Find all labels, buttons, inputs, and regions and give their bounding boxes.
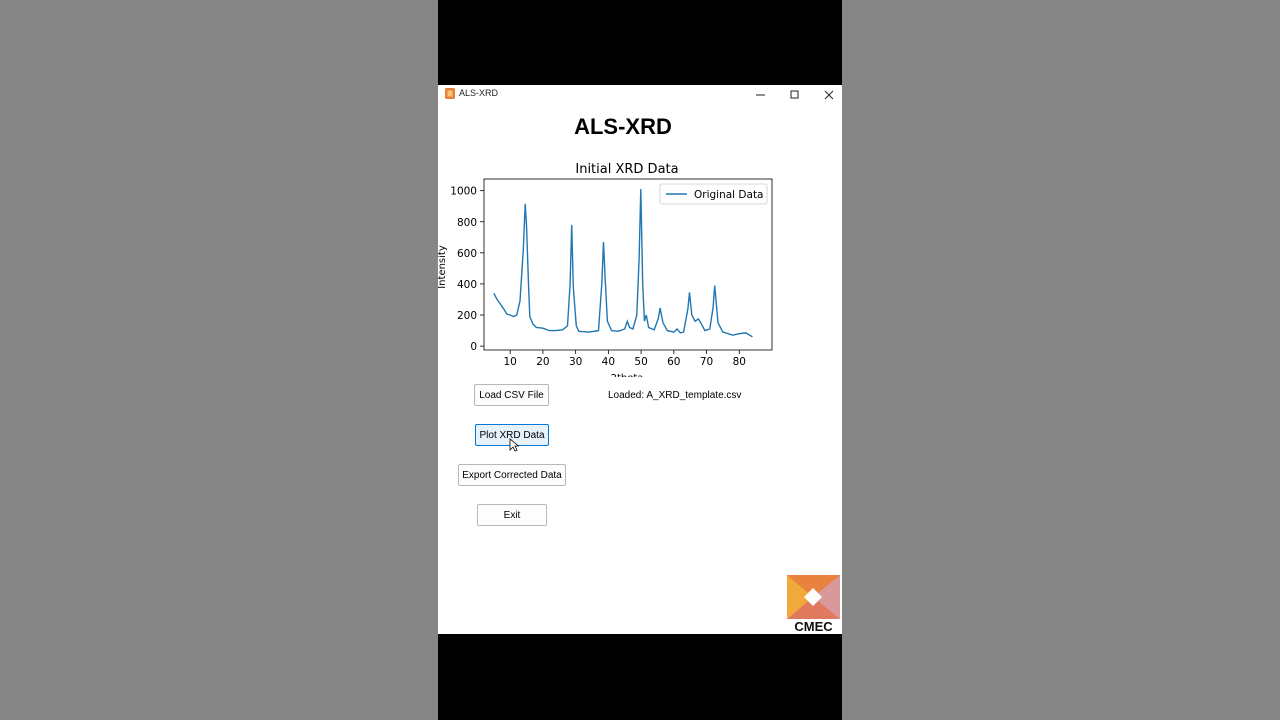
chart-svg: Initial XRD Data 10 20 30 40 50 60 70 80 0 200 40… — [437, 162, 773, 384]
x-tick-label: 70 — [700, 356, 713, 368]
cmec-logo: CMEC — [787, 575, 840, 634]
cmec-logo-icon — [787, 575, 840, 619]
legend-label: Original Data — [694, 189, 764, 201]
x-tick-label: 10 — [503, 356, 516, 368]
x-tick-label: 60 — [667, 356, 680, 368]
exit-button[interactable]: Exit — [477, 504, 547, 526]
load-csv-button[interactable]: Load CSV File — [474, 384, 549, 406]
legend: Original Data — [659, 183, 768, 205]
window-title: ALS-XRD — [459, 88, 499, 98]
x-tick-label: 80 — [733, 356, 746, 368]
app-icon — [445, 88, 455, 99]
close-icon — [824, 90, 834, 100]
app-window: ALS-XRD ALS-XRD Initial XRD Data 10 20 30 4… — [437, 85, 842, 634]
minimize-icon — [756, 94, 765, 96]
y-tick-label: 1000 — [450, 186, 477, 198]
maximize-icon — [790, 90, 799, 99]
app-heading: ALS-XRD — [574, 114, 672, 139]
y-axis-label: Intensity — [438, 245, 448, 289]
x-tick-label: 20 — [536, 356, 549, 368]
maximize-button[interactable] — [778, 85, 812, 104]
x-tick-label: 50 — [634, 356, 647, 368]
y-tick-label: 200 — [457, 310, 477, 322]
minimize-button[interactable] — [744, 85, 778, 104]
y-tick-label: 0 — [470, 341, 477, 353]
x-axis-label: 2theta — [611, 373, 644, 377]
close-button[interactable] — [812, 85, 846, 104]
mouse-cursor-icon — [509, 438, 519, 452]
chart-title: Initial XRD Data — [575, 162, 678, 177]
y-tick-label: 800 — [457, 217, 477, 229]
y-tick-label: 400 — [457, 279, 477, 291]
x-axis: 10 20 30 40 50 60 70 80 — [503, 350, 746, 368]
y-tick-label: 600 — [457, 248, 477, 260]
title-bar[interactable]: ALS-XRD — [438, 85, 842, 104]
background-right — [842, 0, 1280, 720]
background-left — [0, 0, 438, 720]
x-tick-label: 30 — [569, 356, 582, 368]
logo-text: CMEC — [794, 619, 833, 634]
y-axis: 0 200 400 600 800 1000 — [450, 186, 484, 353]
export-data-button[interactable]: Export Corrected Data — [458, 464, 566, 486]
status-label: Loaded: A_XRD_template.csv — [608, 390, 742, 401]
x-tick-label: 40 — [602, 356, 615, 368]
xrd-chart: Initial XRD Data 10 20 30 40 50 60 70 80 0 200 40… — [437, 157, 842, 384]
